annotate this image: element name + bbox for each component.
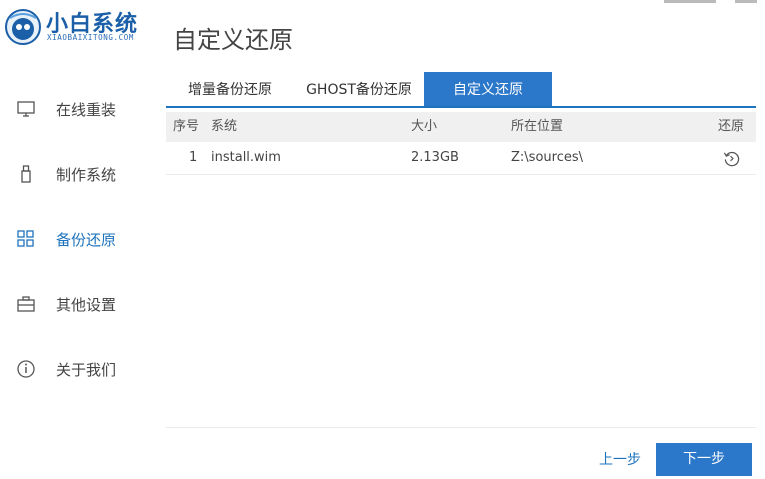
column-header-index: 序号 bbox=[173, 119, 200, 134]
column-header-size: 大小 bbox=[411, 119, 438, 134]
usb-icon bbox=[21, 165, 31, 183]
table-row[interactable]: 1 install.wim 2.13GB Z:\sources\ bbox=[166, 143, 756, 175]
sidebar-item-make-system[interactable]: 制作系统 bbox=[0, 152, 160, 196]
minimize-button[interactable] bbox=[664, 0, 716, 3]
sidebar-item-label: 制作系统 bbox=[56, 165, 117, 184]
grid-icon bbox=[17, 230, 34, 247]
row-location: Z:\sources\ bbox=[511, 150, 583, 165]
restore-icon[interactable] bbox=[723, 150, 740, 167]
footer-divider bbox=[166, 427, 756, 428]
sidebar-item-other-settings[interactable]: 其他设置 bbox=[0, 282, 160, 326]
info-icon bbox=[17, 360, 35, 378]
row-system: install.wim bbox=[211, 150, 281, 165]
column-header-system: 系统 bbox=[211, 119, 238, 134]
page-title: 自定义还原 bbox=[173, 26, 293, 54]
prev-step-button[interactable]: 上一步 bbox=[590, 444, 650, 476]
sidebar-item-label: 其他设置 bbox=[56, 295, 117, 314]
sidebar-item-online-reinstall[interactable]: 在线重装 bbox=[0, 87, 160, 131]
logo-icon bbox=[5, 9, 41, 45]
toolbox-icon bbox=[17, 296, 35, 312]
sidebar-item-backup-restore[interactable]: 备份还原 bbox=[0, 217, 160, 261]
sidebar-item-label: 备份还原 bbox=[56, 230, 117, 249]
logo-subtitle: XIAOBAIXITONG.COM bbox=[47, 33, 134, 42]
sidebar-item-label: 在线重装 bbox=[56, 100, 117, 119]
tab-custom-restore[interactable]: 自定义还原 bbox=[424, 72, 552, 106]
monitor-icon bbox=[17, 101, 35, 117]
row-index: 1 bbox=[189, 150, 198, 165]
column-header-restore: 还原 bbox=[717, 119, 744, 134]
row-size: 2.13GB bbox=[411, 150, 459, 165]
table-header: 序号 系统 大小 所在位置 还原 bbox=[166, 112, 756, 142]
tab-ghost-restore[interactable]: GHOST备份还原 bbox=[294, 72, 424, 106]
tab-incremental-restore[interactable]: 增量备份还原 bbox=[166, 72, 294, 106]
column-header-location: 所在位置 bbox=[511, 119, 564, 134]
sidebar-item-about-us[interactable]: 关于我们 bbox=[0, 347, 160, 391]
next-step-button[interactable]: 下一步 bbox=[656, 443, 752, 476]
tab-bar: 增量备份还原 GHOST备份还原 自定义还原 bbox=[166, 72, 756, 108]
sidebar-item-label: 关于我们 bbox=[56, 360, 117, 379]
close-button[interactable] bbox=[735, 0, 757, 3]
